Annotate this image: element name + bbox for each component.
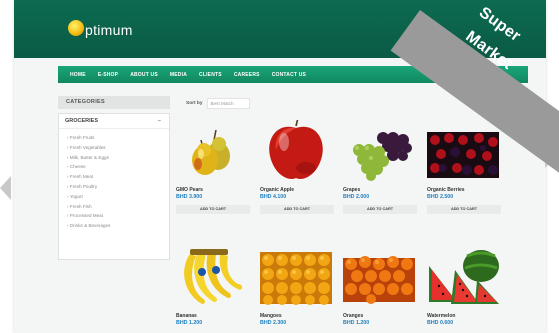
- category-fresh-fish[interactable]: › Fresh Fish: [67, 202, 169, 212]
- product-price: BHD 1.200: [343, 320, 370, 326]
- site-logo[interactable]: ptimum: [68, 20, 133, 37]
- category-milk-butter-eggs[interactable]: › Milk, Butter & Eggs: [67, 153, 169, 163]
- product-name[interactable]: Watermelon: [427, 313, 507, 319]
- category-cheese[interactable]: › Cheese: [67, 162, 169, 172]
- product-card[interactable]: GMO Pears BHD 3.900 ADD TO CART: [176, 120, 256, 214]
- logo-circle-icon: [68, 20, 84, 36]
- product-name[interactable]: Organic Apple: [260, 187, 340, 193]
- logo-text: ptimum: [85, 22, 133, 38]
- product-price: BHD 1.200: [176, 320, 203, 326]
- product-price: BHD 2.300: [260, 320, 287, 326]
- nav-home[interactable]: HOME: [70, 72, 86, 78]
- category-list: › Fresh Fruits › Fresh Vegetables › Milk…: [59, 129, 169, 231]
- category-processed-meat[interactable]: › Processed Meat: [67, 211, 169, 221]
- berries-image[interactable]: [427, 120, 499, 182]
- apple-image[interactable]: [260, 117, 332, 182]
- category-sidebar: CATEGORIES GROCERIES – › Fresh Fruits › …: [58, 96, 170, 260]
- bananas-image[interactable]: [176, 246, 248, 308]
- product-name[interactable]: Mangoes: [260, 313, 340, 319]
- add-to-cart-button[interactable]: ADD TO CART: [343, 205, 417, 214]
- product-price: BHD 0.600: [427, 320, 454, 326]
- mangoes-image[interactable]: [260, 246, 332, 308]
- category-fresh-poultry[interactable]: › Fresh Poultry: [67, 182, 169, 192]
- product-price: BHD 3.900: [176, 194, 203, 200]
- watermelon-image[interactable]: [427, 246, 499, 308]
- product-price: BHD 2.000: [343, 194, 370, 200]
- nav-careers[interactable]: CAREERS: [234, 72, 260, 78]
- oranges-image[interactable]: [343, 246, 415, 308]
- product-card[interactable]: Oranges BHD 1.200: [343, 246, 423, 326]
- website-frame: ptimum HOME E-SHOP ABOUT US MEDIA CLIENT…: [14, 0, 546, 333]
- category-fresh-fruits[interactable]: › Fresh Fruits: [67, 133, 169, 143]
- add-to-cart-button[interactable]: ADD TO CART: [260, 205, 334, 214]
- sort-bar: Sort by Best Match: [186, 98, 250, 109]
- main-nav: HOME E-SHOP ABOUT US MEDIA CLIENTS CAREE…: [58, 66, 528, 83]
- site-header: ptimum: [14, 0, 546, 58]
- product-name[interactable]: Organic Berries: [427, 187, 507, 193]
- nav-media[interactable]: MEDIA: [170, 72, 187, 78]
- next-arrow-icon[interactable]: [545, 148, 555, 168]
- nav-contact-us[interactable]: CONTACT US: [272, 72, 306, 78]
- product-price: BHD 2.500: [427, 194, 454, 200]
- product-card[interactable]: Organic Berries BHD 2.500 ADD TO CART: [427, 120, 507, 214]
- nav-about-us[interactable]: ABOUT US: [130, 72, 158, 78]
- sort-label: Sort by: [186, 101, 203, 106]
- collapse-icon[interactable]: –: [158, 114, 161, 128]
- product-name[interactable]: Bananas: [176, 313, 256, 319]
- product-name[interactable]: Grapes: [343, 187, 423, 193]
- groceries-label: GROCERIES: [65, 118, 99, 124]
- categories-heading: CATEGORIES: [58, 96, 170, 109]
- header-dot-icon: [424, 37, 429, 42]
- sort-dropdown[interactable]: Best Match: [206, 98, 250, 109]
- category-panel: GROCERIES – › Fresh Fruits › Fresh Veget…: [58, 113, 170, 260]
- product-card[interactable]: Watermelon BHD 0.600: [427, 246, 507, 326]
- product-price: BHD 4.100: [260, 194, 287, 200]
- product-name[interactable]: Oranges: [343, 313, 423, 319]
- product-card[interactable]: Organic Apple BHD 4.100 ADD TO CART: [260, 117, 340, 214]
- category-fresh-meat[interactable]: › Fresh Meat: [67, 172, 169, 182]
- category-fresh-vegetables[interactable]: › Fresh Vegetables: [67, 143, 169, 153]
- category-yogurt[interactable]: › Yogurt: [67, 192, 169, 202]
- nav-clients[interactable]: CLIENTS: [199, 72, 222, 78]
- product-name[interactable]: GMO Pears: [176, 187, 256, 193]
- category-drinks-beverages[interactable]: › Drinks & Beverages: [67, 221, 169, 231]
- groceries-group[interactable]: GROCERIES –: [59, 114, 169, 129]
- add-to-cart-button[interactable]: ADD TO CART: [176, 205, 250, 214]
- pears-image[interactable]: [176, 120, 248, 182]
- add-to-cart-button[interactable]: ADD TO CART: [427, 205, 501, 214]
- nav-e-shop[interactable]: E-SHOP: [98, 72, 118, 78]
- previous-arrow-icon[interactable]: [0, 176, 11, 200]
- product-card[interactable]: Mangoes BHD 2.300: [260, 246, 340, 326]
- grapes-image[interactable]: [343, 120, 415, 182]
- product-card[interactable]: Bananas BHD 1.200: [176, 246, 256, 326]
- product-card[interactable]: Grapes BHD 2.000 ADD TO CART: [343, 120, 423, 214]
